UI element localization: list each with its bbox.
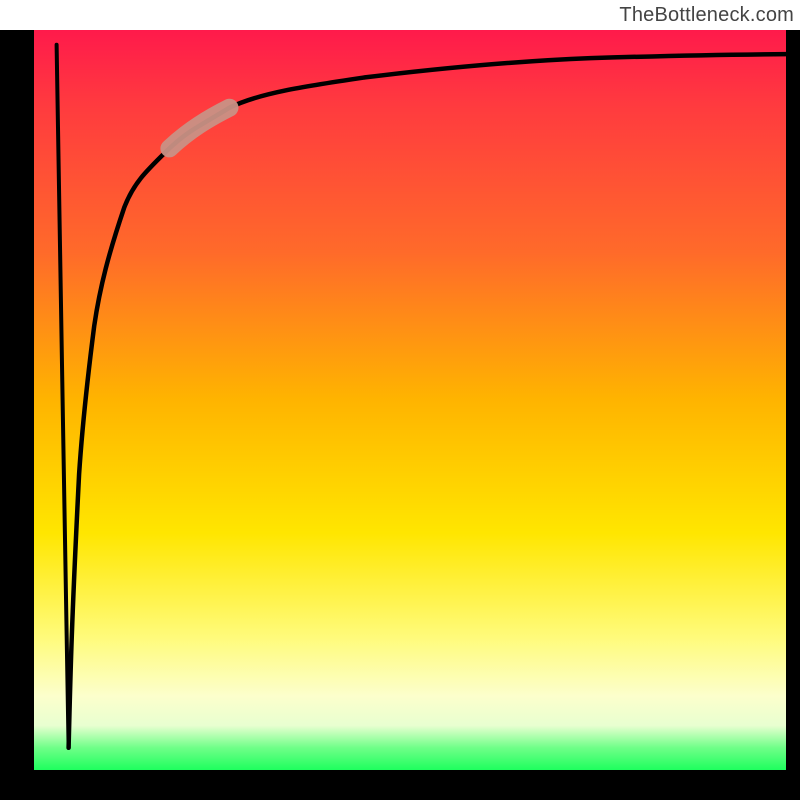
curve-downstroke [57,45,69,748]
attribution-text: TheBottleneck.com [619,4,794,27]
y-axis [28,24,34,798]
x-axis [10,770,800,776]
header-strip: TheBottleneck.com [0,0,800,30]
chart-container: TheBottleneck.com [0,0,800,800]
curve-main [69,127,230,748]
curve-layer [34,30,786,770]
curve-main-smooth [69,54,786,748]
curve-highlight-segment [169,108,229,149]
